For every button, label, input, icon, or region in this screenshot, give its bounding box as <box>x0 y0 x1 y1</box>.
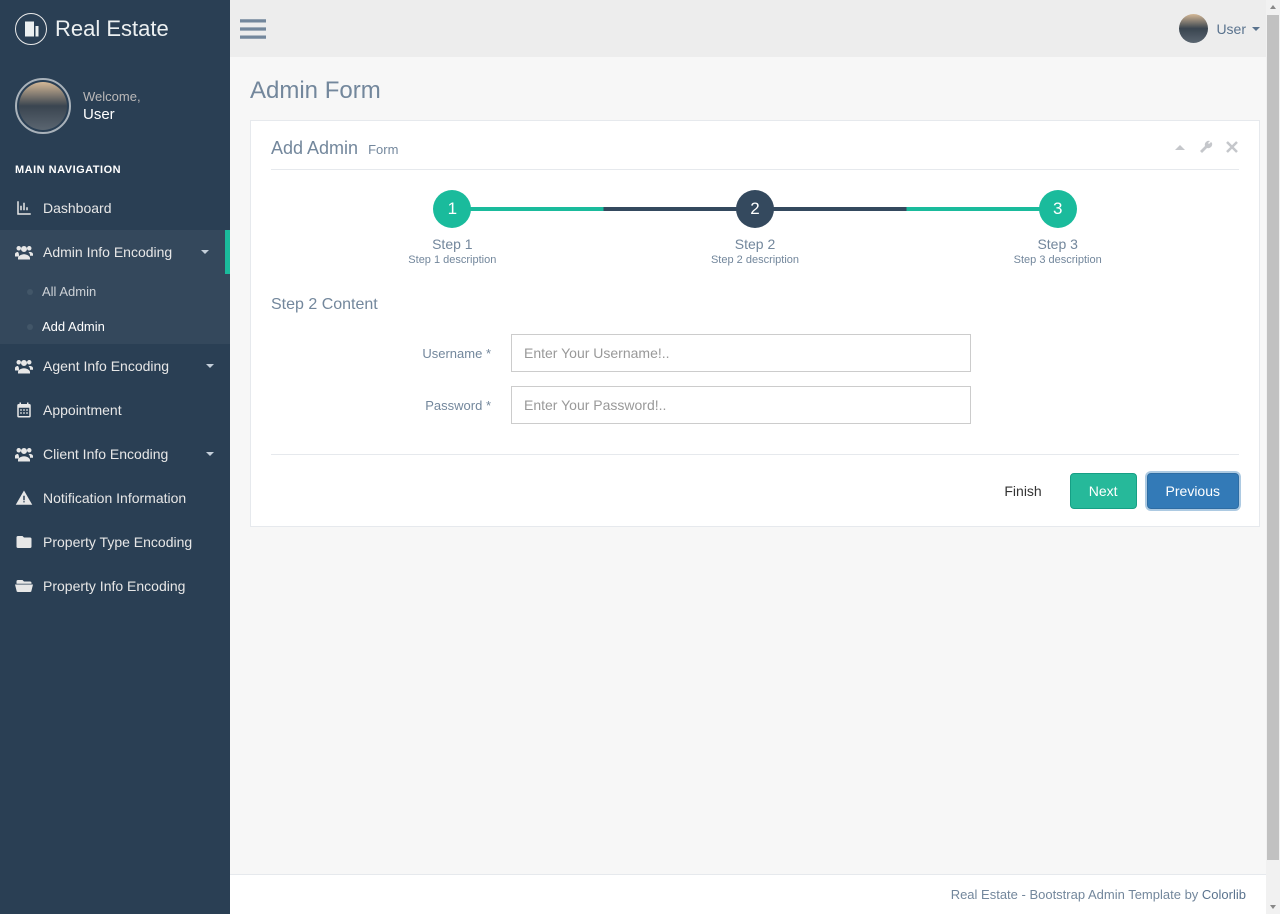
username-input[interactable] <box>511 334 971 372</box>
hamburger-icon[interactable] <box>240 19 266 39</box>
sidebar-item-admin-info[interactable]: Admin Info Encoding <box>0 230 230 274</box>
sidebar-item-label: Agent Info Encoding <box>43 358 169 374</box>
sidebar-item-label: Admin Info Encoding <box>43 244 172 260</box>
step-bar <box>452 207 755 211</box>
sidebar-subitem-label: All Admin <box>42 284 96 299</box>
step-label: Step 3 <box>906 236 1209 252</box>
users-icon <box>15 445 33 463</box>
profile-block: Welcome, User <box>0 58 230 144</box>
scrollbar-thumb[interactable] <box>1267 15 1279 860</box>
user-menu-label: User <box>1216 21 1246 37</box>
step-label: Step 1 <box>301 236 604 252</box>
user-menu[interactable]: User <box>1179 14 1260 43</box>
step-desc: Step 2 description <box>604 254 907 266</box>
avatar-icon <box>1179 14 1208 43</box>
caret-down-icon <box>1252 27 1260 31</box>
footer: Real Estate - Bootstrap Admin Template b… <box>230 874 1266 914</box>
profile-username: User <box>83 106 141 123</box>
sidebar-item-label: Appointment <box>43 402 122 418</box>
sidebar-subitem-all-admin[interactable]: All Admin <box>0 274 230 309</box>
folder-icon <box>15 533 33 551</box>
sidebar-item-label: Notification Information <box>43 490 186 506</box>
brand-text: Real Estate <box>55 16 169 42</box>
username-label: Username * <box>271 346 511 361</box>
footer-text: Real Estate - Bootstrap Admin Template b… <box>951 887 1202 902</box>
wizard-steps: 1 Step 1 Step 1 description 2 Step 2 Ste… <box>301 190 1209 266</box>
finish-button[interactable]: Finish <box>986 474 1059 508</box>
divider <box>271 454 1239 455</box>
panel-header: Add Admin Form <box>271 138 1239 170</box>
calendar-icon <box>15 401 33 419</box>
scroll-down-arrow-icon[interactable] <box>1266 900 1280 914</box>
folder-open-icon <box>15 577 33 595</box>
sidebar-item-label: Client Info Encoding <box>43 446 168 462</box>
users-icon <box>15 357 33 375</box>
next-button[interactable]: Next <box>1070 473 1137 509</box>
step-number: 1 <box>433 190 471 228</box>
sidebar-item-label: Dashboard <box>43 200 112 216</box>
wizard-step-2[interactable]: 2 Step 2 Step 2 description <box>604 190 907 266</box>
panel-title: Add Admin <box>271 138 358 159</box>
wizard-step-3[interactable]: 3 Step 3 Step 3 description <box>906 190 1209 266</box>
nav-section-header: MAIN NAVIGATION <box>0 144 230 186</box>
sidebar-item-property-type[interactable]: Property Type Encoding <box>0 520 230 564</box>
sidebar-subitem-add-admin[interactable]: Add Admin <box>0 309 230 344</box>
sidebar-item-agent-info[interactable]: Agent Info Encoding <box>0 344 230 388</box>
warning-icon <box>15 489 33 507</box>
form-section-title: Step 2 Content <box>271 296 1239 314</box>
step-desc: Step 3 description <box>906 254 1209 266</box>
building-icon <box>15 13 47 45</box>
previous-button[interactable]: Previous <box>1147 473 1239 509</box>
sidebar-item-property-info[interactable]: Property Info Encoding <box>0 564 230 608</box>
vertical-scrollbar[interactable] <box>1266 0 1280 914</box>
step-label: Step 2 <box>604 236 907 252</box>
chevron-down-icon <box>200 247 210 257</box>
scroll-up-arrow-icon[interactable] <box>1266 0 1280 14</box>
welcome-label: Welcome, <box>83 89 141 104</box>
chevron-down-icon <box>205 361 215 371</box>
sidebar-submenu-admin: All Admin Add Admin <box>0 274 230 344</box>
chevron-up-icon[interactable] <box>1173 140 1187 154</box>
step-number: 2 <box>736 190 774 228</box>
panel-add-admin: Add Admin Form 1 Step 1 Step 1 descripti… <box>250 120 1260 527</box>
main-content: User Admin Form Add Admin Form <box>230 0 1280 914</box>
sidebar-item-label: Property Type Encoding <box>43 534 192 550</box>
sidebar-item-dashboard[interactable]: Dashboard <box>0 186 230 230</box>
sidebar: Real Estate Welcome, User MAIN NAVIGATIO… <box>0 0 230 914</box>
users-icon <box>15 243 33 261</box>
panel-subtitle: Form <box>368 142 398 157</box>
brand-logo[interactable]: Real Estate <box>0 0 230 58</box>
bar-chart-icon <box>15 199 33 217</box>
close-icon[interactable] <box>1225 140 1239 154</box>
sidebar-item-notification[interactable]: Notification Information <box>0 476 230 520</box>
sidebar-item-client-info[interactable]: Client Info Encoding <box>0 432 230 476</box>
wizard-actions: Finish Next Previous <box>271 473 1239 509</box>
footer-link[interactable]: Colorlib <box>1202 887 1246 902</box>
chevron-down-icon <box>205 449 215 459</box>
page-title: Admin Form <box>250 77 1260 105</box>
step-number: 3 <box>1039 190 1077 228</box>
step-desc: Step 1 description <box>301 254 604 266</box>
topbar: User <box>230 0 1280 57</box>
sidebar-item-appointment[interactable]: Appointment <box>0 388 230 432</box>
password-label: Password * <box>271 398 511 413</box>
form-step-2: Step 2 Content Username * Password * <box>271 296 1239 424</box>
password-input[interactable] <box>511 386 971 424</box>
step-bar <box>755 207 1058 211</box>
sidebar-subitem-label: Add Admin <box>42 319 105 334</box>
sidebar-item-label: Property Info Encoding <box>43 578 185 594</box>
wrench-icon[interactable] <box>1199 140 1213 154</box>
avatar <box>15 78 71 134</box>
wizard-step-1[interactable]: 1 Step 1 Step 1 description <box>301 190 604 266</box>
